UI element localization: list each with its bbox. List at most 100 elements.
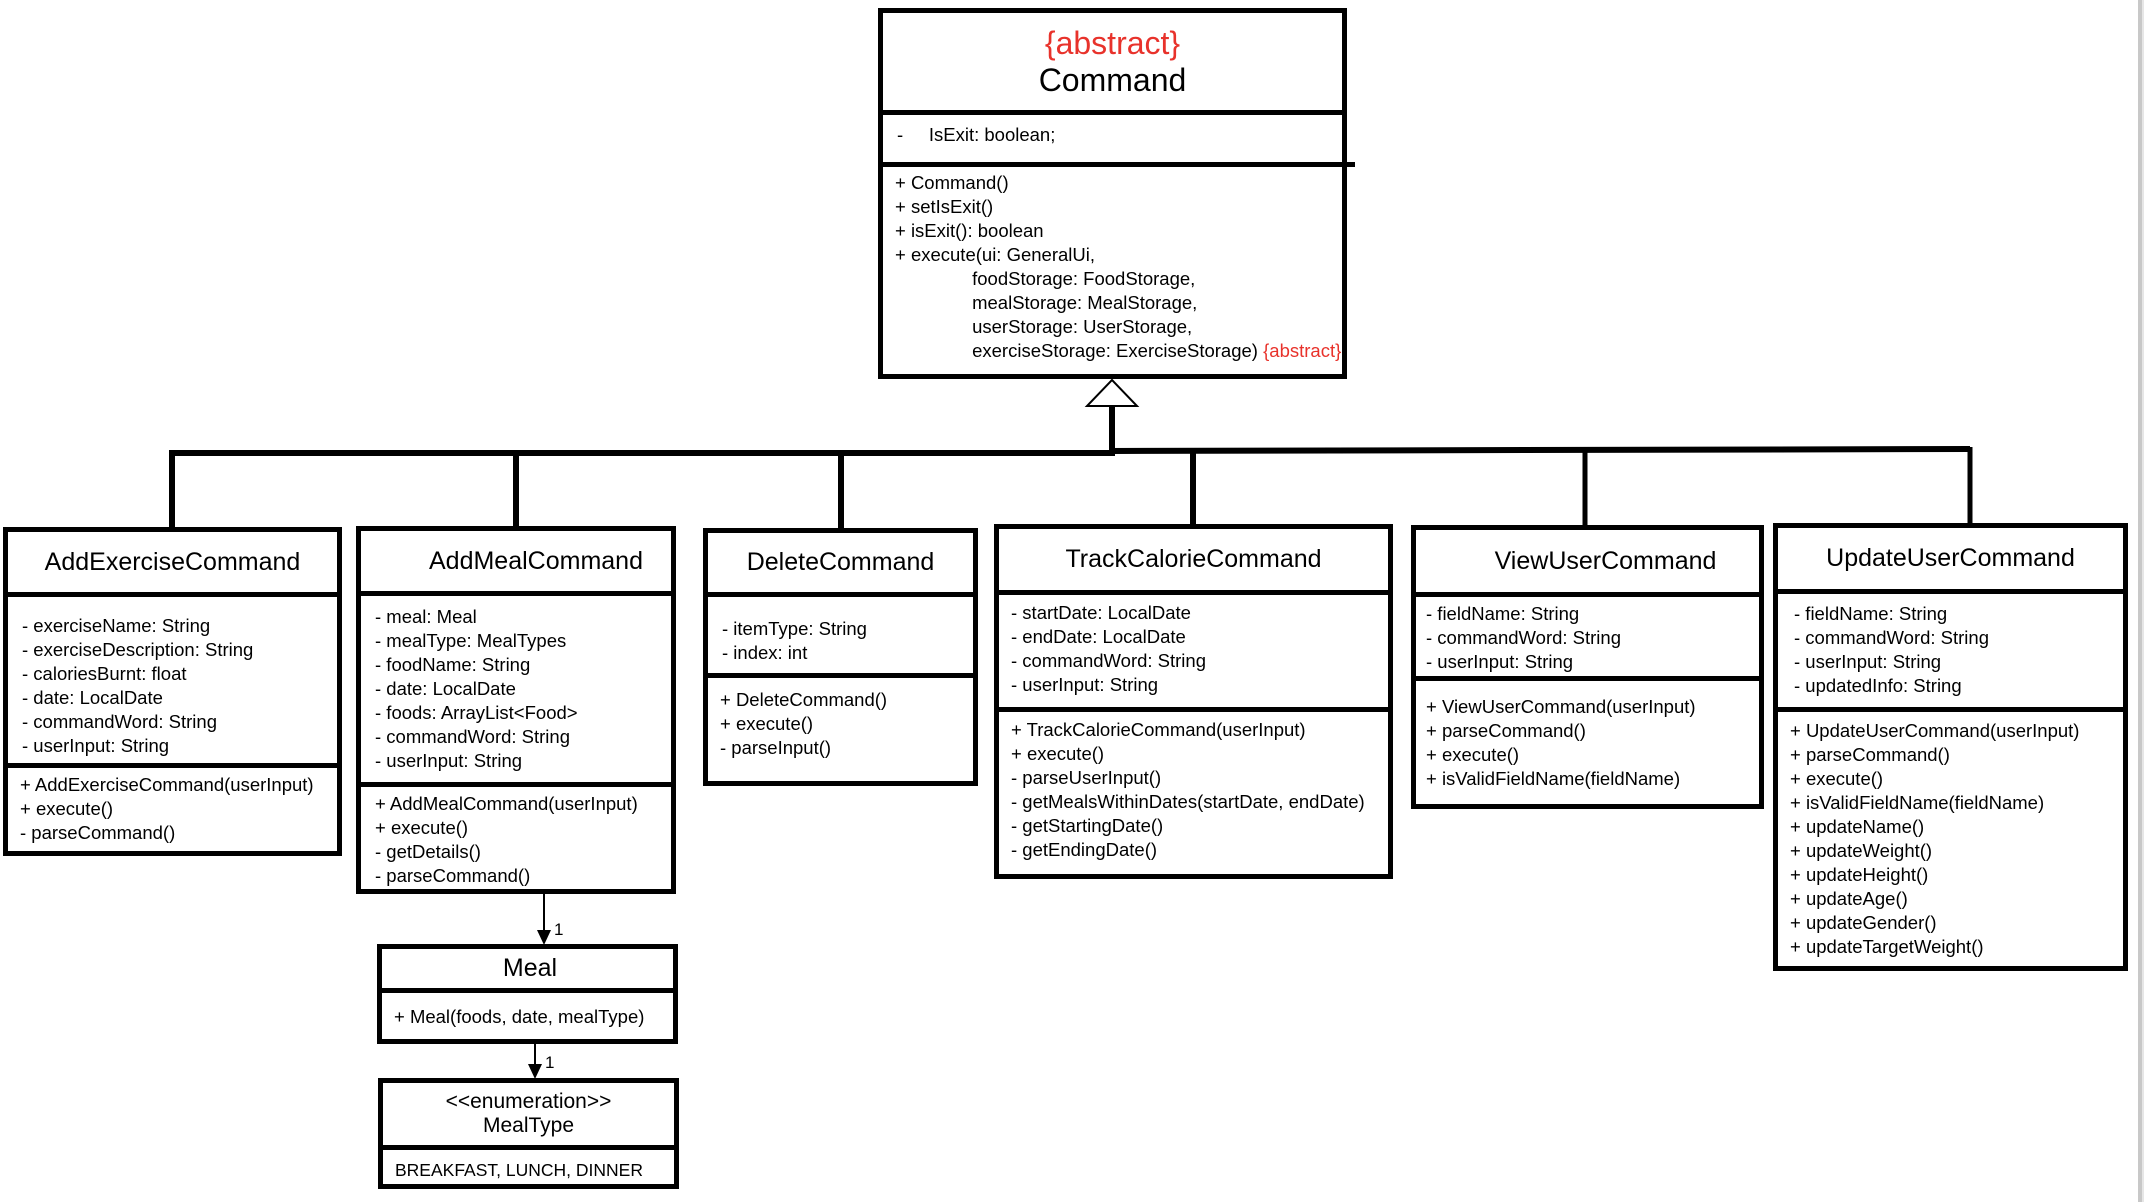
method: + execute() xyxy=(1011,743,1105,764)
class-header: UpdateUserCommand xyxy=(1778,528,2123,594)
attribute: - startDate: LocalDate xyxy=(1011,602,1191,623)
method: + execute() xyxy=(20,798,114,819)
method: + isExit(): boolean xyxy=(895,220,1044,241)
methods-section: + Meal(foods, date, mealType) xyxy=(382,993,673,1029)
class-name: AddMealCommand xyxy=(429,546,643,575)
method: + AddMealCommand(userInput) xyxy=(375,793,638,814)
attributes-section: - exerciseName: String - exerciseDescrip… xyxy=(8,597,337,768)
attribute: - commandWord: String xyxy=(1011,650,1206,671)
method: + parseCommand() xyxy=(1790,744,1950,765)
method: + ViewUserCommand(userInput) xyxy=(1426,696,1696,717)
enum-values-section: BREAKFAST, LUNCH, DINNER xyxy=(383,1150,674,1182)
class-name: Command xyxy=(1038,61,1187,98)
class-name: MealType xyxy=(482,1114,575,1137)
class-add-meal-command[interactable]: AddMealCommand - meal: Meal - mealType: … xyxy=(356,526,676,894)
attribute: - IsExit: boolean; xyxy=(897,124,1056,145)
methods-section: + AddExerciseCommand(userInput) + execut… xyxy=(8,768,337,845)
method: + updateWeight() xyxy=(1790,840,1933,861)
method: + isValidFieldName(fieldName) xyxy=(1790,792,2045,813)
method: + updateHeight() xyxy=(1790,864,1929,885)
method: + UpdateUserCommand(userInput) xyxy=(1790,720,2080,741)
class-name: TrackCalorieCommand xyxy=(1065,545,1322,574)
association-arrowhead-meal xyxy=(537,930,551,945)
association-arrowhead-mealtype xyxy=(528,1064,542,1079)
class-delete-command[interactable]: DeleteCommand - itemType: String - index… xyxy=(703,528,978,786)
attribute: - meal: Meal xyxy=(375,606,477,627)
attribute: - date: LocalDate xyxy=(22,687,163,708)
class-update-user-command[interactable]: UpdateUserCommand - fieldName: String - … xyxy=(1773,523,2128,971)
methods-section: + Command() + setIsExit() + isExit(): bo… xyxy=(883,167,1342,363)
method: + isValidFieldName(fieldName) xyxy=(1426,768,1681,789)
method: + execute() xyxy=(1790,768,1884,789)
multiplicity-label: 1 xyxy=(554,920,564,939)
method: + AddExerciseCommand(userInput) xyxy=(20,774,314,795)
methods-section: + AddMealCommand(userInput) + execute() … xyxy=(361,787,671,888)
method: + execute() xyxy=(375,817,469,838)
class-add-exercise-command[interactable]: AddExerciseCommand - exerciseName: Strin… xyxy=(3,527,342,856)
attributes-section: - fieldName: String - commandWord: Strin… xyxy=(1416,597,1759,681)
method: + updateName() xyxy=(1790,816,1925,837)
method: + setIsExit() xyxy=(895,196,994,217)
attributes-section: - meal: Meal - mealType: MealTypes - foo… xyxy=(361,596,671,787)
class-name: AddExerciseCommand xyxy=(44,547,301,576)
methods-section: + DeleteCommand() + execute() - parseInp… xyxy=(708,678,973,760)
attribute: - userInput: String xyxy=(22,735,170,756)
class-header: AddExerciseCommand xyxy=(8,532,337,597)
class-meal[interactable]: Meal + Meal(foods, date, mealType) xyxy=(377,944,678,1044)
method: - parseCommand() xyxy=(375,865,531,886)
class-command[interactable]: {abstract} Command - IsExit: boolean; + … xyxy=(878,8,1355,379)
generalization-bus xyxy=(172,446,1971,456)
methods-section: + UpdateUserCommand(userInput) + parseCo… xyxy=(1778,712,2123,959)
attribute: - date: LocalDate xyxy=(375,678,516,699)
class-header: {abstract} Command xyxy=(883,13,1342,115)
methods-section: + TrackCalorieCommand(userInput) + execu… xyxy=(999,712,1388,862)
method: - getMealsWithinDates(startDate, endDate… xyxy=(1011,791,1365,812)
class-name: ViewUserCommand xyxy=(1494,546,1717,575)
method: + parseCommand() xyxy=(1426,720,1586,741)
enum-values: BREAKFAST, LUNCH, DINNER xyxy=(395,1160,643,1180)
attribute: - commandWord: String xyxy=(375,726,570,747)
abstract-stereotype: {abstract} xyxy=(1044,24,1181,61)
class-name: UpdateUserCommand xyxy=(1826,544,2075,573)
attributes-section: - fieldName: String - commandWord: Strin… xyxy=(1778,594,2123,712)
class-header: DeleteCommand xyxy=(708,533,973,597)
attribute: - commandWord: String xyxy=(1794,627,1989,648)
method: + Command() xyxy=(895,172,1009,193)
enumeration-stereotype: <<enumeration>> xyxy=(445,1089,612,1113)
multiplicity-label: 1 xyxy=(545,1053,555,1072)
class-name: DeleteCommand xyxy=(746,548,935,577)
attributes-section: - itemType: String - index: int xyxy=(708,597,973,678)
attribute: - itemType: String xyxy=(722,618,867,639)
attribute: - commandWord: String xyxy=(1426,627,1621,648)
attribute: - commandWord: String xyxy=(22,711,217,732)
method: + DeleteCommand() xyxy=(720,689,888,710)
method: + updateTargetWeight() xyxy=(1790,936,1984,957)
method: + execute(ui: GeneralUi, xyxy=(895,244,1096,265)
attribute: - exerciseName: String xyxy=(22,615,211,636)
attribute: - fieldName: String xyxy=(1426,603,1580,624)
method-execute-abstract: exerciseStorage: ExerciseStorage) {abstr… xyxy=(895,339,1342,363)
class-header: TrackCalorieCommand xyxy=(999,529,1388,595)
attribute: - index: int xyxy=(722,642,808,663)
attribute: - userInput: String xyxy=(1011,674,1159,695)
class-header: <<enumeration>> MealType xyxy=(383,1083,674,1150)
class-view-user-command[interactable]: ViewUserCommand - fieldName: String - co… xyxy=(1411,525,1764,809)
attribute: - mealType: MealTypes xyxy=(375,630,567,651)
method: + execute() xyxy=(720,713,814,734)
attribute: - userInput: String xyxy=(1794,651,1942,672)
class-header: AddMealCommand xyxy=(361,531,671,596)
class-header: Meal xyxy=(382,949,678,993)
method: + Meal(foods, date, mealType) xyxy=(394,1006,645,1027)
method: mealStorage: MealStorage, xyxy=(895,292,1198,313)
enum-meal-type[interactable]: <<enumeration>> MealType BREAKFAST, LUNC… xyxy=(378,1078,679,1189)
generalization-arrowhead xyxy=(1084,378,1140,407)
attribute: - exerciseDescription: String xyxy=(22,639,254,660)
attribute: - endDate: LocalDate xyxy=(1011,626,1186,647)
attribute: - fieldName: String xyxy=(1794,603,1948,624)
method: + updateGender() xyxy=(1790,912,1937,933)
class-track-calorie-command[interactable]: TrackCalorieCommand - startDate: LocalDa… xyxy=(994,524,1393,879)
attribute: - caloriesBurnt: float xyxy=(22,663,187,684)
attributes-section: - startDate: LocalDate - endDate: LocalD… xyxy=(999,595,1388,712)
class-name: Meal xyxy=(502,954,558,983)
abstract-modifier: {abstract} xyxy=(1263,340,1342,361)
